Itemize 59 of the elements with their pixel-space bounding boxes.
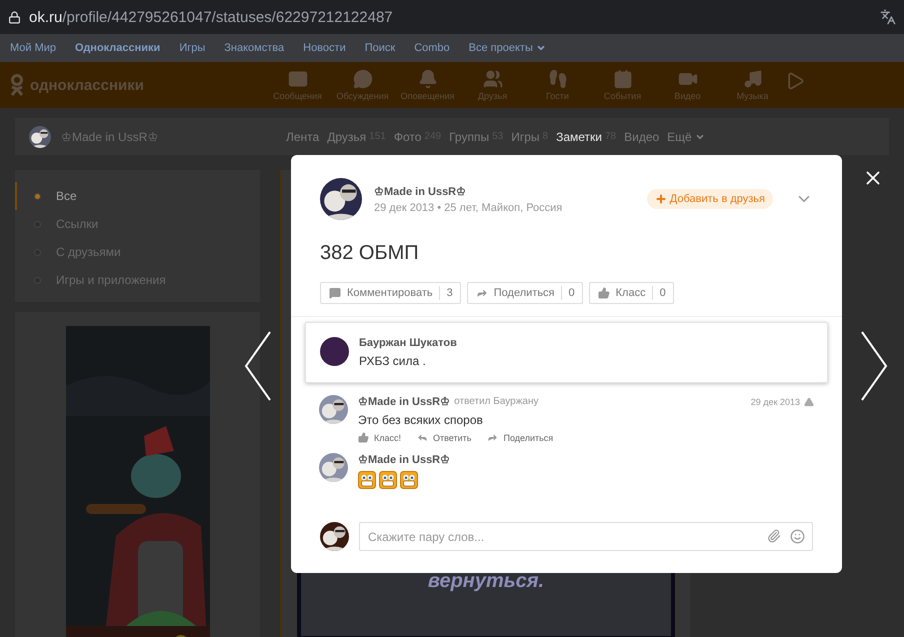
portal-link[interactable]: Новости (303, 42, 346, 54)
reply-link[interactable]: Ответить (417, 432, 472, 443)
comment-author[interactable]: Бауржан Шукатов (359, 337, 457, 349)
post-image-text: вернуться. (428, 570, 544, 593)
avatar[interactable] (320, 522, 349, 551)
post-meta: 29 дек 2013 • 25 лет, Майкоп, Россия (374, 202, 564, 214)
plus-icon (654, 193, 667, 205)
portal-link[interactable]: Поиск (364, 42, 396, 54)
translate-icon[interactable] (880, 9, 896, 25)
share-link[interactable]: Поделиться (487, 432, 554, 443)
thumbs-up-icon (358, 432, 369, 443)
profile-name[interactable]: ♔Made in UssR♔ (61, 130, 286, 144)
smile-icon[interactable] (790, 529, 805, 544)
mail-icon (288, 69, 308, 89)
arrow-icon (487, 432, 498, 443)
avatar[interactable] (319, 395, 348, 424)
calendar-icon (612, 69, 632, 89)
avatar[interactable] (320, 178, 362, 220)
comment-author[interactable]: ♔Made in UssR♔ (358, 453, 450, 466)
filter-item[interactable]: Все (15, 182, 260, 210)
music-icon (742, 69, 762, 89)
comment-author[interactable]: ♔Made in UssR♔ (358, 395, 450, 408)
lock-icon (8, 10, 21, 24)
comment-text: Это без всяких споров (358, 413, 484, 427)
comment-field[interactable]: Скажите пару слов... (359, 522, 813, 551)
reply-to-text[interactable]: ответил Бауржану (454, 396, 539, 407)
arrow-icon (476, 287, 488, 299)
post-title: 382 ОБМП (319, 241, 420, 265)
portal-link[interactable]: Одноклассники (75, 42, 160, 54)
bell-icon (418, 69, 438, 89)
portal-link[interactable]: Мой Мир (10, 42, 56, 54)
avatar[interactable] (29, 126, 51, 148)
add-friend-button[interactable]: Добавить в друзья (646, 189, 773, 209)
speech-bubble-icon (329, 287, 341, 299)
comment-date: 29 дек 2013 (750, 396, 800, 406)
avatar[interactable] (319, 453, 348, 482)
profile-tab[interactable]: Видео (624, 130, 660, 144)
portal-link[interactable]: Игры (179, 42, 206, 54)
thumbs-up-icon (598, 287, 610, 299)
portal-link[interactable]: Все проекты (468, 42, 546, 54)
avatar[interactable] (320, 337, 349, 366)
like-link[interactable]: Класс! (358, 432, 401, 443)
next-arrow-icon[interactable] (860, 330, 888, 402)
portal-link[interactable]: Combo (414, 42, 450, 54)
author-name[interactable]: ♔Made in UssR♔ (374, 184, 635, 198)
footprints-icon (548, 69, 568, 89)
attach-icon[interactable] (767, 529, 781, 543)
reply-arrow-icon (417, 432, 428, 443)
comment-button[interactable]: Комментировать 3 (320, 282, 461, 304)
url-text: ok.ru/profile/442795261047/statuses/62297212122487 (29, 8, 393, 26)
previous-arrow-icon[interactable] (244, 330, 272, 402)
profile-tab[interactable]: Ещё (667, 130, 705, 144)
comment-text: РХБЗ сила . (359, 354, 427, 368)
chat-icon (352, 69, 372, 89)
people-icon (482, 69, 502, 89)
share-button[interactable]: Поделиться 0 (466, 282, 583, 304)
profile-tab[interactable]: Лента (286, 130, 320, 144)
like-button[interactable]: Класс 0 (588, 282, 674, 304)
portal-link[interactable]: Знакомства (224, 42, 284, 54)
